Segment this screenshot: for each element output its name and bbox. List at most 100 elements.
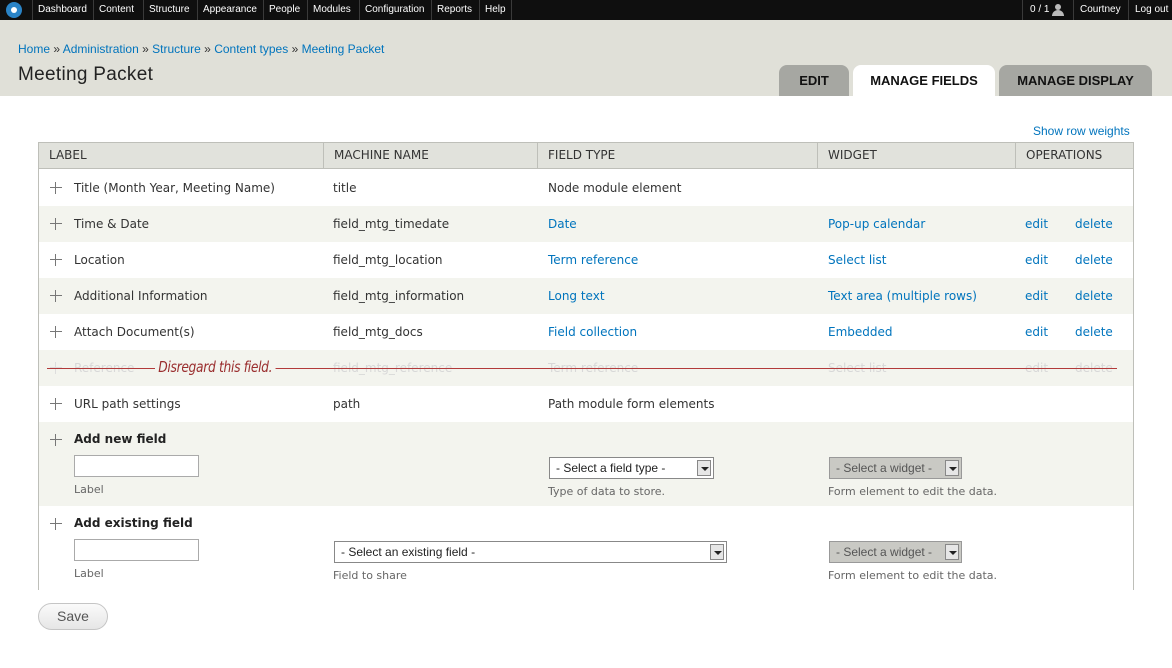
drag-handle-icon[interactable] [50,518,62,530]
menu-configuration[interactable]: Configuration [359,0,429,20]
edit-link[interactable]: edit [1025,278,1048,314]
drupal-logo-icon[interactable] [6,2,22,18]
field-label: Title (Month Year, Meeting Name) [74,181,275,195]
existing-field-select[interactable]: - Select an existing field - [334,541,727,563]
widget-link[interactable]: Embedded [828,314,893,350]
field-type-link[interactable]: Field collection [548,314,637,350]
delete-link[interactable]: delete [1075,278,1113,314]
existing-field-select-value: - Select an existing field - [341,545,476,559]
existing-field-label-input[interactable] [74,539,199,561]
widget-link[interactable]: Select list [828,242,886,278]
table-row: URL path settings path Path module form … [39,386,1133,422]
breadcrumb-home[interactable]: Home [18,42,50,56]
chevron-down-icon [710,544,724,560]
field-machine-name: field_mtg_timedate [333,217,450,231]
field-machine-name: field_mtg_location [333,253,443,267]
breadcrumb-meeting-packet[interactable]: Meeting Packet [302,42,385,56]
breadcrumb-separator: » [204,42,211,56]
breadcrumb-separator: » [291,42,299,56]
table-row: Additional Information field_mtg_informa… [39,278,1133,314]
add-new-field-title: Add new field [74,432,167,446]
page-title: Meeting Packet [18,64,154,85]
user-account-link[interactable]: Courtney [1080,0,1121,20]
field-label: URL path settings [74,397,181,411]
widget-select-value: - Select a widget - [836,545,933,559]
widget-link[interactable]: Pop-up calendar [828,206,925,242]
menu-content[interactable]: Content [93,0,139,20]
breadcrumb-content-types[interactable]: Content types [214,42,288,56]
field-machine-name: field_mtg_docs [333,325,423,339]
field-type-select[interactable]: - Select a field type - [549,457,714,479]
breadcrumb-separator: » [142,42,149,56]
delete-link[interactable]: delete [1075,314,1113,350]
field-label: Location [74,253,125,267]
add-existing-field-title: Add existing field [74,516,193,530]
table-row: Attach Document(s) field_mtg_docs Field … [39,314,1133,350]
tab-edit[interactable]: EDIT [779,65,849,96]
existing-field-description: Field to share [333,569,407,582]
breadcrumb-administration[interactable]: Administration [63,42,139,56]
field-label: Additional Information [74,289,208,303]
breadcrumb-structure[interactable]: Structure [152,42,201,56]
edit-link[interactable]: edit [1025,314,1048,350]
widget-link[interactable]: Text area (multiple rows) [828,278,977,314]
delete-link[interactable]: delete [1075,206,1113,242]
menu-people[interactable]: People [263,0,305,20]
menu-modules[interactable]: Modules [307,0,356,20]
toolbar-divider [1022,0,1023,20]
users-online-count: 0 / 1 [1030,4,1050,15]
save-button[interactable]: Save [38,603,108,630]
column-header-widget: WIDGET [818,143,1016,168]
table-header: LABEL MACHINE NAME FIELD TYPE WIDGET OPE… [39,143,1133,169]
field-type-link[interactable]: Date [548,206,577,242]
table-row: Title (Month Year, Meeting Name) title N… [39,170,1133,206]
widget-select-value: - Select a widget - [836,461,933,475]
menu-help[interactable]: Help [479,0,511,20]
add-new-field-section: Add new field Label - Select a field typ… [39,422,1133,506]
drag-handle-icon[interactable] [50,218,62,230]
new-field-widget-select[interactable]: - Select a widget - [829,457,962,479]
toolbar-divider [1128,0,1129,20]
edit-link[interactable]: edit [1025,206,1048,242]
drag-handle-icon[interactable] [50,326,62,338]
page-header: Home » Administration » Structure » Cont… [0,20,1172,96]
drag-handle-icon[interactable] [50,182,62,194]
field-type: Path module form elements [548,397,715,411]
menu-appearance[interactable]: Appearance [197,0,262,20]
drag-handle-icon[interactable] [50,398,62,410]
chevron-down-icon [697,460,711,476]
delete-link[interactable]: delete [1075,242,1113,278]
field-type-link[interactable]: Term reference [548,242,638,278]
admin-toolbar: Dashboard Content Structure Appearance P… [0,0,1172,20]
field-machine-name: path [333,397,361,411]
breadcrumb: Home » Administration » Structure » Cont… [18,42,384,56]
table-row-disregarded: Reference field_mtg_reference Term refer… [39,350,1133,386]
field-label: Attach Document(s) [74,325,195,339]
chevron-down-icon [945,460,959,476]
column-header-field-type: FIELD TYPE [538,143,818,168]
show-row-weights-link[interactable]: Show row weights [1033,124,1130,138]
tab-manage-display[interactable]: MANAGE DISPLAY [999,65,1152,96]
menu-reports[interactable]: Reports [431,0,477,20]
table-row: Time & Date field_mtg_timedate Date Pop-… [39,206,1133,242]
logout-link[interactable]: Log out [1135,0,1168,20]
users-icon [1052,4,1066,16]
new-field-label-input[interactable] [74,455,199,477]
column-header-machine-name: MACHINE NAME [324,143,538,168]
drag-handle-icon[interactable] [50,434,62,446]
edit-link[interactable]: edit [1025,242,1048,278]
drag-handle-icon[interactable] [50,290,62,302]
column-header-label: LABEL [39,143,324,168]
existing-field-widget-select[interactable]: - Select a widget - [829,541,962,563]
field-type: Node module element [548,181,682,195]
menu-structure[interactable]: Structure [143,0,195,20]
column-header-operations: OPERATIONS [1026,148,1103,162]
field-type-link[interactable]: Long text [548,278,605,314]
toolbar-divider [511,0,512,20]
tab-manage-fields[interactable]: MANAGE FIELDS [853,65,995,96]
drag-handle-icon[interactable] [50,254,62,266]
label-description: Label [74,567,104,580]
toolbar-divider [1073,0,1074,20]
widget-description: Form element to edit the data. [828,485,998,498]
menu-dashboard[interactable]: Dashboard [32,0,92,20]
